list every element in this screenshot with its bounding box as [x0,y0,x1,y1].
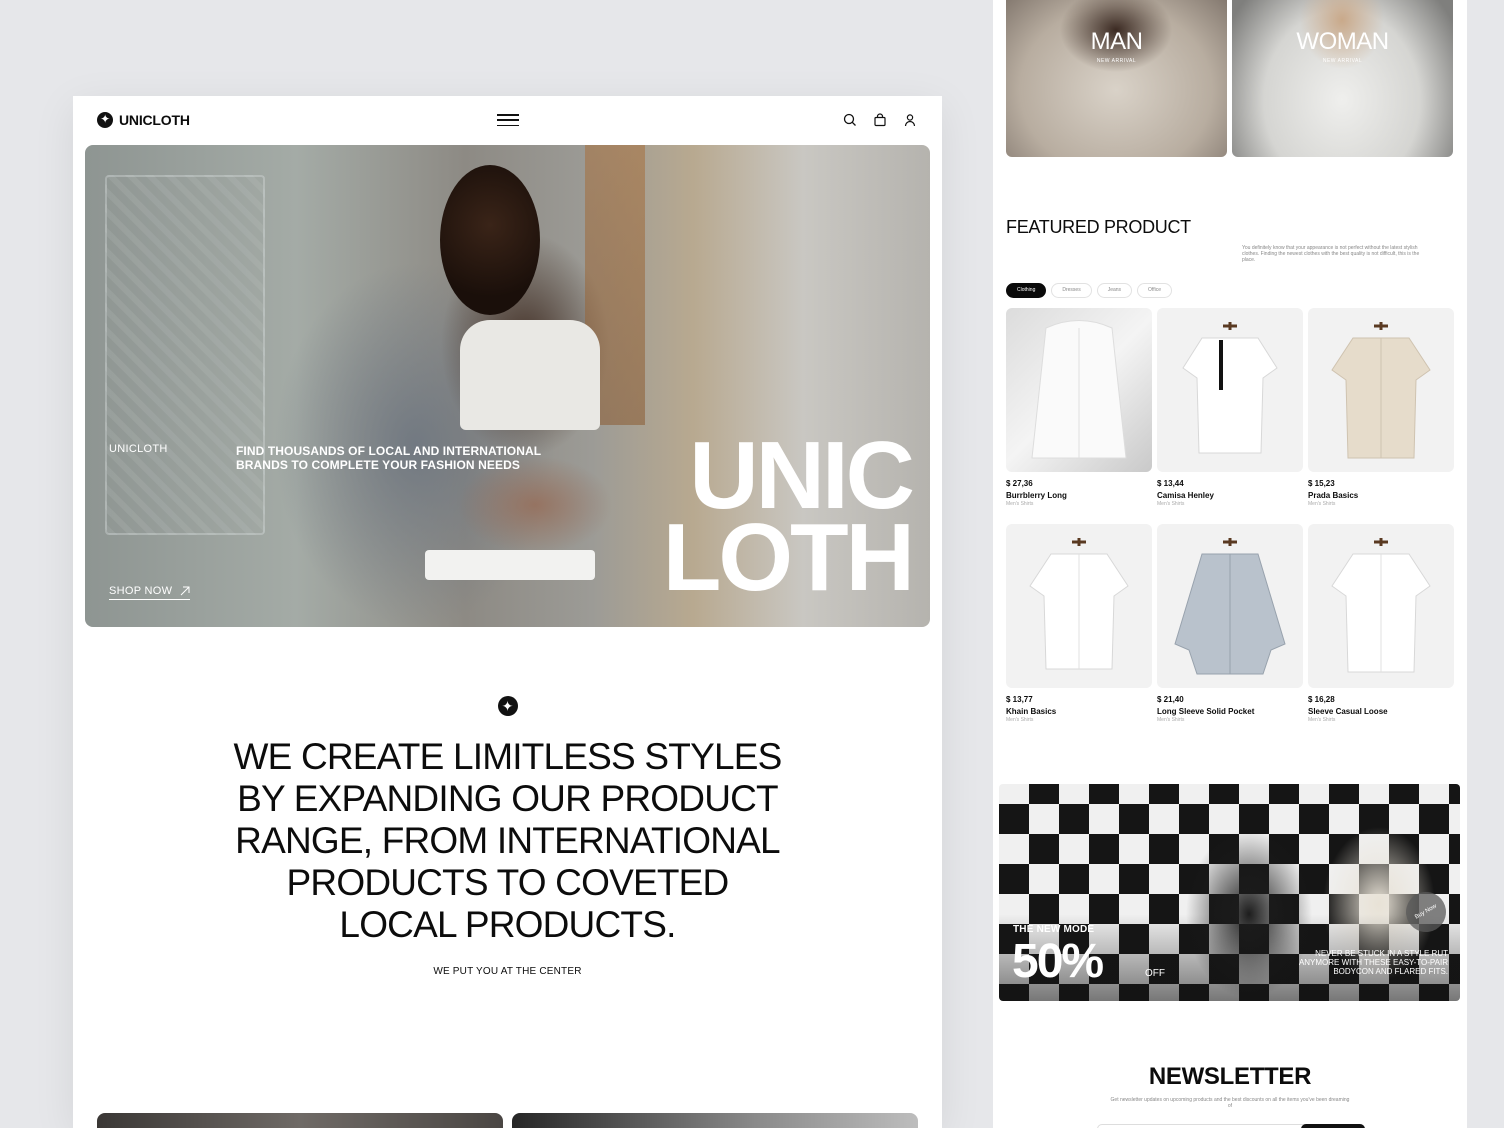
product-category: Men's Shirts [1308,501,1336,507]
promo-percent: 50% [1012,935,1104,988]
product-name: Camisa Henley [1157,491,1214,500]
promo-note: NEVER BE STUCK IN A STYLE RUT ANYMORE WI… [1298,949,1448,976]
product-grid: $ 27,36 Burrblerry Long Men's Shirts $ 1… [1006,308,1454,740]
product-name: Khain Basics [1006,707,1057,716]
product-price: $ 27,36 [1006,479,1033,488]
hero-banner: UNICLOTH FIND THOUSANDS OF LOCAL AND INT… [85,145,930,627]
hero-photo-model [440,165,540,315]
landing-page-left: UNICLOTH UNICLOTH FIND THOUSANDS OF LOCA… [73,96,942,1128]
user-icon[interactable] [902,112,918,128]
collection-thumbnail[interactable] [512,1113,918,1128]
featured-description: You definitely know that your appearance… [1242,245,1420,263]
hero-photo-top [460,320,600,430]
arrow-up-right-icon [180,586,190,596]
filter-tabs: Clothing Dresses Jeans Office [1006,283,1173,298]
product-name: Burrblerry Long [1006,491,1067,500]
product-image [1157,308,1303,472]
shop-now-link[interactable]: SHOP NOW [109,585,191,600]
category-subtitle: NEW ARRIVAL [1322,58,1363,64]
search-icon[interactable] [842,112,858,128]
category-title: MAN [1090,28,1143,55]
product-name: Long Sleeve Solid Pocket [1157,707,1255,716]
product-card[interactable]: $ 13,77 Khain Basics Men's Shirts [1006,524,1152,740]
newsletter-email-field[interactable] [1097,1124,1365,1128]
product-price: $ 16,28 [1308,695,1335,704]
product-card[interactable]: $ 27,36 Burrblerry Long Men's Shirts [1006,308,1152,524]
hero-photo-waistband [425,550,595,580]
promo-banner: THE NEW MODE 50% OFF NEVER BE STUCK IN A… [999,784,1460,1001]
logo-icon [97,111,113,128]
product-card[interactable]: $ 21,40 Long Sleeve Solid Pocket Men's S… [1157,524,1303,740]
product-price: $ 15,23 [1308,479,1335,488]
mission-subtitle: WE PUT YOU AT THE CENTER [433,966,582,977]
menu-icon[interactable] [497,114,519,126]
bag-icon[interactable] [872,112,888,128]
newsletter-title: NEWSLETTER [1148,1063,1312,1090]
category-title: WOMAN [1296,28,1389,55]
newsletter-description: Get newsletter updates on upcoming produ… [1110,1097,1350,1109]
brand-logo[interactable]: UNICLOTH [97,111,190,128]
product-category: Men's Shirts [1157,717,1185,723]
product-price: $ 13,44 [1157,479,1184,488]
featured-title: FEATURED PRODUCT [1006,217,1191,237]
category-card-woman[interactable]: WOMAN NEW ARRIVAL [1232,0,1453,157]
filter-chip-office[interactable]: Office [1137,283,1173,298]
filter-chip-clothing[interactable]: Clothing [1006,283,1047,298]
collection-thumbnail[interactable] [97,1113,503,1128]
category-card-man[interactable]: MAN NEW ARRIVAL [1006,0,1227,157]
product-image [1006,308,1152,472]
hero-brand-label: UNICLOTH [109,443,168,455]
star-logo-icon [497,696,518,716]
landing-page-right: MAN NEW ARRIVAL WOMAN NEW ARRIVAL FEATUR… [993,0,1467,1128]
product-card[interactable]: $ 16,28 Sleeve Casual Loose Men's Shirts [1308,524,1454,740]
product-name: Sleeve Casual Loose [1308,707,1388,716]
hero-wordmark: UNIC LOTH [662,428,915,611]
product-card[interactable]: $ 13,44 Camisa Henley Men's Shirts [1157,308,1303,524]
mission-section: WE CREATE LIMITLESS STYLES BY EXPANDING … [73,696,942,977]
hero-wordmark-line2: LOTH [662,504,915,611]
hero-photo-window [105,175,265,535]
product-card[interactable]: $ 15,23 Prada Basics Men's Shirts [1308,308,1454,524]
product-image [1308,308,1454,472]
product-category: Men's Shirts [1006,501,1034,507]
product-image [1308,524,1454,688]
product-image [1006,524,1152,688]
newsletter-subscribe-button[interactable] [1301,1124,1365,1128]
filter-chip-jeans[interactable]: Jeans [1096,283,1133,298]
filter-chip-dresses[interactable]: Dresses [1051,283,1092,298]
product-name: Prada Basics [1308,491,1359,500]
product-price: $ 13,77 [1006,695,1033,704]
product-category: Men's Shirts [1006,717,1034,723]
product-price: $ 21,40 [1157,695,1184,704]
product-image [1157,524,1303,688]
shop-now-label: SHOP NOW [109,585,173,597]
hero-tagline: FIND THOUSANDS OF LOCAL AND INTERNATIONA… [236,444,541,472]
brand-name: UNICLOTH [119,112,190,128]
product-category: Men's Shirts [1308,717,1336,723]
product-category: Men's Shirts [1157,501,1185,507]
category-subtitle: NEW ARRIVAL [1096,58,1137,64]
top-nav: UNICLOTH [73,96,942,146]
mission-title: WE CREATE LIMITLESS STYLES BY EXPANDING … [233,736,782,945]
promo-off: OFF [1145,968,1165,979]
buy-now-button[interactable]: Buy Now [1398,884,1454,940]
nav-icons [842,112,918,128]
